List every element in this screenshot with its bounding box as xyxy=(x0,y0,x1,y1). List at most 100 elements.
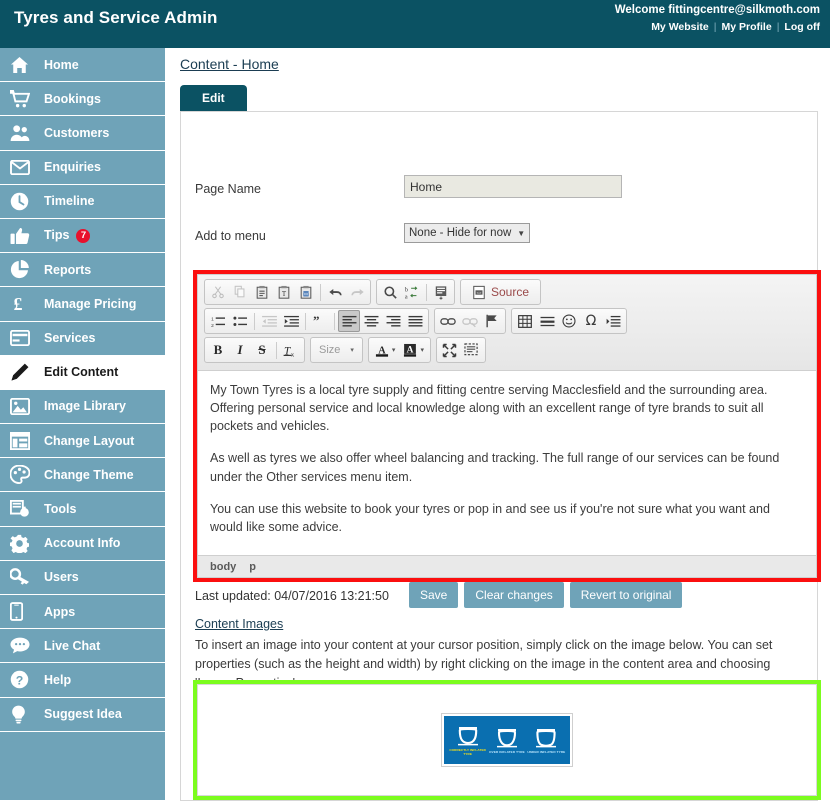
welcome-message: Welcome fittingcentre@silkmoth.com xyxy=(614,4,820,16)
element-path-p[interactable]: p xyxy=(249,561,256,573)
log-off-link[interactable]: Log off xyxy=(784,21,820,33)
sidebar-item-tools[interactable]: Tools xyxy=(0,492,165,527)
insert-bulleted-list-button[interactable] xyxy=(229,310,251,332)
paste-as-plain-text-button[interactable]: T xyxy=(273,281,295,303)
my-website-link[interactable]: My Website xyxy=(651,21,709,33)
sidebar-item-home[interactable]: Home xyxy=(0,48,165,83)
my-profile-link[interactable]: My Profile xyxy=(722,21,772,33)
insert-smiley-button[interactable] xyxy=(558,310,580,332)
page-name-input[interactable] xyxy=(404,175,622,198)
omega-icon: Ω xyxy=(585,313,597,329)
clock-icon xyxy=(10,190,40,212)
content-images-panel: CORRECTLY INFLATED TYRE OVER INFLATED TY… xyxy=(197,684,817,796)
card-icon xyxy=(10,327,40,349)
remove-link-button[interactable] xyxy=(459,310,481,332)
editor-highlight-box: T W b a <> Source 1 2 ” Ω B I S T x Size… xyxy=(193,270,821,582)
sidebar-item-bookings[interactable]: Bookings xyxy=(0,82,165,117)
pound-icon: £ xyxy=(10,293,40,315)
source-button[interactable]: <> Source xyxy=(463,281,538,303)
sidebar-item-image-library[interactable]: Image Library xyxy=(0,390,165,425)
sidebar-item-account-info[interactable]: Account Info xyxy=(0,527,165,561)
layout-icon xyxy=(10,430,40,452)
breadcrumb[interactable]: Content - Home xyxy=(180,56,279,72)
background-color-button[interactable]: A ▾ xyxy=(399,339,428,361)
content-images-title[interactable]: Content Images xyxy=(195,617,283,631)
sidebar-item-label: Help xyxy=(44,672,72,687)
sidebar-item-label: Change Layout xyxy=(44,433,135,448)
replace-icon: ba xyxy=(405,285,418,300)
increase-indent-button[interactable] xyxy=(280,310,302,332)
editor-content-area[interactable]: My Town Tyres is a local tyre supply and… xyxy=(198,371,816,555)
key-icon xyxy=(10,566,40,588)
cut-button[interactable] xyxy=(207,281,229,303)
sidebar-item-edit-content[interactable]: Edit Content xyxy=(0,355,165,390)
sidebar-item-users[interactable]: Users xyxy=(0,561,165,595)
decrease-indent-button[interactable] xyxy=(258,310,280,332)
tyre-inflation-diagram[interactable]: CORRECTLY INFLATED TYRE OVER INFLATED TY… xyxy=(442,714,572,766)
align-center-button[interactable] xyxy=(360,310,382,332)
sidebar-item-help[interactable]: ? Help xyxy=(0,663,165,698)
sidebar-item-services[interactable]: Services xyxy=(0,322,165,356)
svg-text:1: 1 xyxy=(211,316,214,322)
block-quote-button[interactable]: ” xyxy=(309,310,331,332)
insert-link-button[interactable] xyxy=(437,310,459,332)
find-button[interactable] xyxy=(379,281,401,303)
paste-from-word-button[interactable]: W xyxy=(295,281,317,303)
remove-format-icon: Tx xyxy=(283,345,295,358)
palette-icon xyxy=(10,464,40,486)
select-all-button[interactable] xyxy=(430,281,452,303)
sidebar-item-live-chat[interactable]: Live Chat xyxy=(0,629,165,664)
font-size-dropdown[interactable]: Size ▾ xyxy=(313,339,360,361)
insert-table-button[interactable] xyxy=(514,310,536,332)
sidebar-item-timeline[interactable]: Timeline xyxy=(0,185,165,219)
sidebar-item-change-layout[interactable]: Change Layout xyxy=(0,424,165,459)
element-path-body[interactable]: body xyxy=(210,561,236,573)
sidebar-item-tips[interactable]: Tips 7 xyxy=(0,219,165,254)
sidebar-item-suggest-idea[interactable]: Suggest Idea xyxy=(0,698,165,732)
insert-numbered-list-button[interactable]: 12 xyxy=(207,310,229,332)
sidebar-item-enquiries[interactable]: Enquiries xyxy=(0,151,165,185)
sidebar-item-label: Enquiries xyxy=(44,160,101,175)
strikethrough-button[interactable]: S xyxy=(251,339,273,361)
text-color-button[interactable]: A ▾ xyxy=(371,339,400,361)
insert-anchor-button[interactable] xyxy=(481,310,503,332)
toolbar-separator xyxy=(320,283,321,301)
clear-changes-button[interactable]: Clear changes xyxy=(464,582,564,608)
bold-icon: B xyxy=(213,342,223,357)
insert-page-break-button[interactable] xyxy=(602,310,624,332)
maximize-button[interactable] xyxy=(439,339,461,361)
add-to-menu-select[interactable]: None - Hide for now ▼ xyxy=(404,223,531,243)
revert-to-original-button[interactable]: Revert to original xyxy=(569,582,683,608)
clipboard-group: T W xyxy=(204,279,371,305)
align-left-button[interactable] xyxy=(338,310,360,332)
bold-button[interactable]: B xyxy=(207,339,229,361)
paste-button[interactable] xyxy=(251,281,273,303)
tab-edit[interactable]: Edit xyxy=(180,85,247,112)
align-right-icon xyxy=(386,315,400,327)
italic-button[interactable]: I xyxy=(229,339,251,361)
sidebar-item-manage-pricing[interactable]: £ Manage Pricing xyxy=(0,287,165,322)
sidebar-item-customers[interactable]: Customers xyxy=(0,116,165,151)
tab-bar: Edit xyxy=(180,85,247,112)
edit-panel: Page Name Add to menu None - Hide for no… xyxy=(180,111,821,801)
numbered-list-icon: 12 xyxy=(211,316,225,328)
remove-format-button[interactable]: Tx xyxy=(280,339,302,361)
sidebar-item-reports[interactable]: Reports xyxy=(0,253,165,288)
align-right-button[interactable] xyxy=(382,310,404,332)
insert-horizontal-line-button[interactable] xyxy=(536,310,558,332)
sidebar-item-change-theme[interactable]: Change Theme xyxy=(0,458,165,493)
show-blocks-button[interactable] xyxy=(461,339,483,361)
sidebar-item-apps[interactable]: Apps xyxy=(0,595,165,630)
align-justify-button[interactable] xyxy=(404,310,426,332)
show-blocks-icon xyxy=(464,343,479,356)
copy-button[interactable] xyxy=(229,281,251,303)
replace-button[interactable]: ba xyxy=(401,281,423,303)
chat-bubble-icon xyxy=(10,635,40,657)
undo-button[interactable] xyxy=(324,281,346,303)
find-group: ba xyxy=(376,279,455,305)
save-button[interactable]: Save xyxy=(409,582,459,608)
toolbar-separator xyxy=(305,312,306,330)
redo-button[interactable] xyxy=(346,281,368,303)
insert-special-character-button[interactable]: Ω xyxy=(580,310,602,332)
blockquote-icon: ” xyxy=(313,315,320,328)
